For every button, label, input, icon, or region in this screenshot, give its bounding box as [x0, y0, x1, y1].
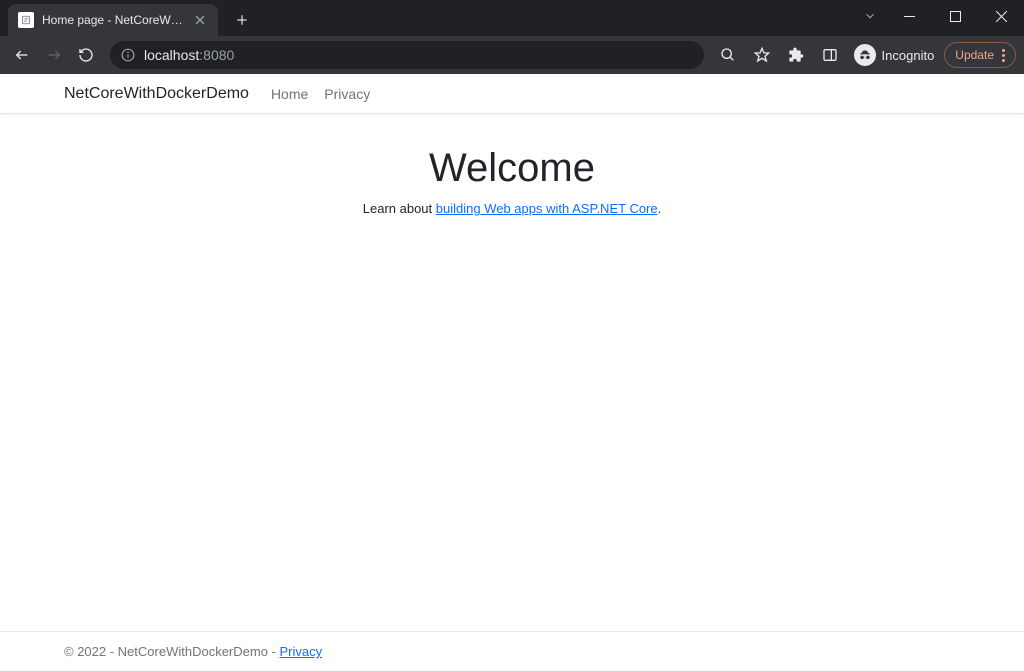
- new-tab-button[interactable]: [228, 6, 256, 34]
- bookmark-star-icon[interactable]: [748, 41, 776, 69]
- nav-reload-button[interactable]: [72, 41, 100, 69]
- menu-dots-icon: [1002, 49, 1005, 62]
- side-panel-icon[interactable]: [816, 41, 844, 69]
- incognito-label: Incognito: [882, 48, 935, 63]
- tab-title: Home page - NetCoreWithDocke: [42, 13, 184, 27]
- footer-text: © 2022 - NetCoreWithDockerDemo -: [64, 644, 279, 659]
- tabs-dropdown-icon[interactable]: [854, 0, 886, 32]
- page-footer: © 2022 - NetCoreWithDockerDemo - Privacy: [0, 631, 1024, 671]
- footer-privacy-link[interactable]: Privacy: [279, 644, 322, 659]
- incognito-badge[interactable]: Incognito: [850, 44, 939, 66]
- address-url: localhost:8080: [144, 47, 234, 63]
- zoom-icon[interactable]: [714, 41, 742, 69]
- window-minimize-button[interactable]: [886, 0, 932, 32]
- nav-link-privacy[interactable]: Privacy: [324, 86, 370, 102]
- nav-link-home[interactable]: Home: [271, 86, 308, 102]
- update-label: Update: [955, 48, 994, 62]
- extensions-icon[interactable]: [782, 41, 810, 69]
- page-main: Welcome Learn about building Web apps wi…: [0, 114, 1024, 671]
- page-navbar: NetCoreWithDockerDemo Home Privacy: [0, 74, 1024, 114]
- page-subtitle: Learn about building Web apps with ASP.N…: [0, 201, 1024, 216]
- update-button[interactable]: Update: [944, 42, 1016, 68]
- nav-forward-button[interactable]: [40, 41, 68, 69]
- navbar-brand[interactable]: NetCoreWithDockerDemo: [64, 85, 249, 103]
- page-title: Welcome: [0, 146, 1024, 191]
- learn-link[interactable]: building Web apps with ASP.NET Core: [436, 201, 658, 216]
- site-info-icon[interactable]: [120, 47, 136, 63]
- tab-favicon-icon: [18, 12, 34, 28]
- window-maximize-button[interactable]: [932, 0, 978, 32]
- browser-tab[interactable]: Home page - NetCoreWithDocke: [8, 4, 218, 36]
- address-bar[interactable]: localhost:8080: [110, 41, 704, 69]
- window-close-button[interactable]: [978, 0, 1024, 32]
- tab-close-icon[interactable]: [192, 12, 208, 28]
- nav-back-button[interactable]: [8, 41, 36, 69]
- incognito-icon: [854, 44, 876, 66]
